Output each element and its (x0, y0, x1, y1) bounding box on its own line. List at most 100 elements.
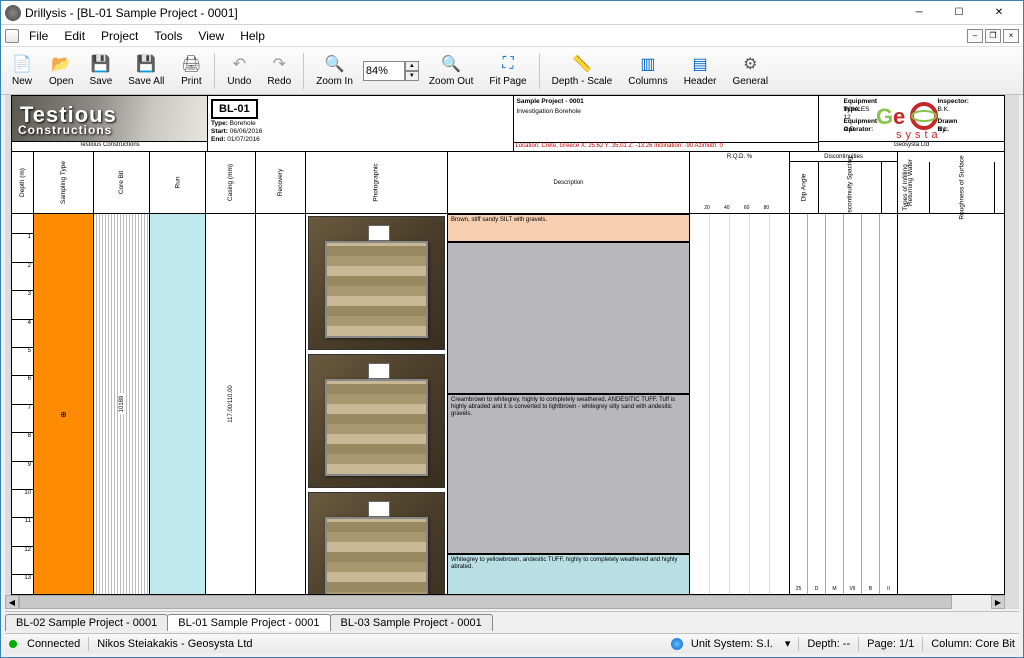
zoom-in-icon: 🔍 (325, 54, 345, 74)
ruler-icon: 📏 (572, 54, 592, 74)
general-button[interactable]: ⚙General (727, 52, 775, 89)
description-band[interactable] (448, 242, 689, 394)
tab-bl02[interactable]: BL-02 Sample Project - 0001 (5, 614, 168, 631)
core-photo (308, 492, 445, 594)
disc-value: VII (844, 586, 861, 592)
minimize-button[interactable]: ─ (899, 2, 939, 24)
columns-icon: ▥ (638, 54, 658, 74)
depth-tick: 3 (12, 290, 33, 300)
zoom-input[interactable] (363, 61, 405, 81)
depth-tick: 5 (12, 347, 33, 357)
status-connected: Connected (27, 638, 80, 650)
close-button[interactable]: ✕ (979, 2, 1019, 24)
col-depth: Depth (m) (19, 168, 26, 197)
redo-button[interactable]: ↷Redo (261, 52, 297, 89)
col-description: Description (553, 180, 583, 186)
scroll-right-button[interactable]: ▶ (991, 595, 1005, 609)
scroll-left-button[interactable]: ◀ (5, 595, 19, 609)
undo-button[interactable]: ↶Undo (221, 52, 257, 89)
zoom-out-icon: 🔍 (441, 54, 461, 74)
zoom-spin-up[interactable]: ▲ (405, 61, 419, 71)
log-sheet[interactable]: Testious Constructions Testious Construc… (11, 95, 1005, 595)
file-icon (5, 29, 19, 43)
description-band[interactable]: Creambrown to whitegrey, highly to compl… (448, 394, 689, 554)
depth-tick: 1 (12, 233, 33, 243)
header-icon: ▤ (690, 54, 710, 74)
col-discontinuities: Discontinuities (790, 152, 897, 162)
sample-marker: ⊕ (60, 410, 67, 419)
globe-icon (671, 638, 683, 650)
open-folder-icon: 📂 (51, 54, 71, 74)
tab-bl03[interactable]: BL-03 Sample Project - 0001 (330, 614, 493, 631)
mdi-close-button[interactable]: × (1003, 29, 1019, 43)
app-icon (5, 5, 21, 21)
connection-led-icon (9, 640, 17, 648)
maximize-button[interactable]: ☐ (939, 2, 979, 24)
scroll-thumb[interactable] (19, 595, 952, 609)
depth-tick: 11 (12, 517, 33, 527)
menu-project[interactable]: Project (93, 27, 146, 45)
print-icon: 🖨 (181, 54, 201, 74)
menu-file[interactable]: File (21, 27, 56, 45)
col-casing: Casing (mm) (227, 164, 234, 201)
save-all-button[interactable]: 💾Save All (122, 52, 170, 89)
columns-button[interactable]: ▥Columns (622, 52, 673, 89)
save-icon: 💾 (91, 54, 111, 74)
col-core-bit: Core Bit (118, 171, 125, 194)
window-title: Drillysis - [BL-01 Sample Project - 0001… (25, 6, 899, 20)
corebit-label: 10189 (119, 394, 125, 415)
zoom-out-button[interactable]: 🔍Zoom Out (423, 52, 479, 89)
col-run: Run (174, 177, 181, 189)
depth-tick: 2 (12, 262, 33, 272)
new-button[interactable]: 📄New (5, 52, 39, 89)
casing-label: 117.00/110.00 (228, 385, 234, 422)
new-icon: 📄 (12, 54, 32, 74)
zoom-in-button[interactable]: 🔍Zoom In (310, 52, 359, 89)
location-row: Location: Crete, Greece X: 25.62 Y: 35.0… (514, 142, 819, 151)
disc-value: B (862, 586, 879, 592)
print-button[interactable]: 🖨Print (174, 52, 208, 89)
col-water: Returning Water (908, 159, 915, 206)
fit-page-button[interactable]: ⛶Fit Page (483, 52, 532, 89)
borehole-id: BL-01 (211, 99, 258, 119)
disc-value: D (808, 586, 825, 592)
description-band[interactable]: Whitegrey to yellowbrown, andesitic TUFF… (448, 554, 689, 594)
menu-edit[interactable]: Edit (56, 27, 93, 45)
status-user: Nikos Steiakakis - Geosysta Ltd (97, 638, 252, 650)
save-all-icon: 💾 (136, 54, 156, 74)
save-button[interactable]: 💾Save (83, 52, 118, 89)
svg-text:G: G (876, 104, 893, 129)
status-page: Page: 1/1 (867, 638, 914, 650)
horizontal-scrollbar[interactable]: ◀ ▶ (5, 595, 1005, 609)
svg-text:e: e (893, 104, 905, 129)
col-sampling-type: Sampling Type (60, 161, 67, 204)
mdi-restore-button[interactable]: ❐ (985, 29, 1001, 43)
workspace: Testious Constructions Testious Construc… (5, 95, 1019, 609)
menu-tools[interactable]: Tools (146, 27, 190, 45)
depth-scale-button[interactable]: 📏Depth - Scale (546, 52, 619, 89)
depth-tick: 10 (12, 489, 33, 499)
client-logo: Testious Constructions Testious Construc… (12, 96, 208, 151)
description-band[interactable]: Brown, stiff sandy SILT with gravels. (448, 214, 689, 242)
depth-tick: 12 (12, 546, 33, 556)
svg-text:systa: systa (896, 129, 942, 141)
open-button[interactable]: 📂Open (43, 52, 79, 89)
status-depth: Depth: -- (807, 638, 850, 650)
col-rqd: R.Q.D. % (727, 154, 752, 160)
col-photo: Photographic (373, 163, 380, 201)
mdi-minimize-button[interactable]: – (967, 29, 983, 43)
menu-help[interactable]: Help (232, 27, 273, 45)
header-button[interactable]: ▤Header (678, 52, 723, 89)
gear-icon: ⚙ (740, 54, 760, 74)
depth-tick: 6 (12, 375, 33, 385)
depth-tick: 8 (12, 432, 33, 442)
zoom-spin-down[interactable]: ▼ (405, 71, 419, 81)
col-recovery: Recovery (277, 169, 284, 196)
depth-tick: 13 (12, 574, 33, 584)
disc-value: M (826, 586, 843, 592)
redo-icon: ↷ (269, 54, 289, 74)
undo-icon: ↶ (229, 54, 249, 74)
tab-bl01[interactable]: BL-01 Sample Project - 0001 (167, 614, 330, 631)
menu-view[interactable]: View (190, 27, 232, 45)
company-logo: G e systa Geosysta Ltd (818, 96, 1004, 151)
